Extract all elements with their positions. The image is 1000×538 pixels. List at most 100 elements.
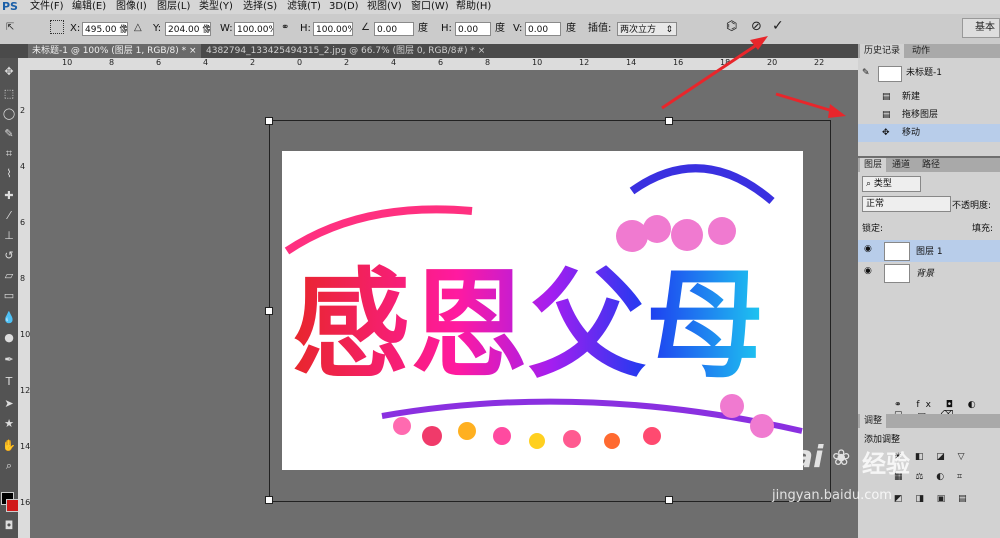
menu-layer[interactable]: 图层(L)	[157, 0, 190, 14]
history-item-label: 拖移图层	[902, 110, 939, 120]
watermark-brand: Bai	[770, 440, 824, 475]
history-item[interactable]: ▤ 拖移图层	[858, 106, 1000, 124]
move-icon: ✥	[882, 128, 890, 138]
angle-field[interactable]: 0.00	[374, 22, 414, 36]
tab-layers[interactable]: 图层	[860, 158, 887, 172]
close-icon[interactable]: ×	[189, 46, 197, 56]
opacity-label: 不透明度:	[952, 201, 992, 211]
vskew-field[interactable]: 0.00	[525, 22, 561, 36]
close-icon[interactable]: ×	[478, 46, 486, 56]
quick-mask-icon[interactable]: ◘	[1, 518, 17, 534]
menu-edit[interactable]: 编辑(E)	[72, 0, 106, 14]
paw-icon: ❀	[832, 446, 851, 471]
history-item-selected[interactable]: ✥ 移动	[858, 124, 1000, 142]
history-brush-tool-icon[interactable]: ↺	[1, 248, 17, 264]
move-tool-icon[interactable]: ✥	[1, 64, 17, 80]
menu-filter[interactable]: 滤镜(T)	[287, 0, 321, 14]
layer-filter-select[interactable]: ⌕ 类型	[862, 176, 921, 192]
ruler-tick-label: 0	[297, 58, 303, 67]
transform-handle[interactable]	[265, 307, 273, 315]
h-field[interactable]: 100.00%	[313, 22, 353, 36]
healing-tool-icon[interactable]: ✚	[1, 188, 17, 204]
canvas-area[interactable]: 感恩父母	[30, 70, 858, 538]
tab-channels[interactable]: 通道	[888, 158, 914, 172]
w-field[interactable]: 100.00%	[234, 22, 274, 36]
eyedropper-tool-icon[interactable]: ⌇	[1, 166, 17, 182]
tab-adjustments[interactable]: 调整	[860, 414, 887, 428]
ruler-tick-label: 14	[20, 442, 31, 451]
menu-view[interactable]: 视图(V)	[367, 0, 402, 14]
menu-type[interactable]: 类型(Y)	[199, 0, 233, 14]
blur-tool-icon[interactable]: 💧	[1, 310, 17, 326]
annotation-arrows	[661, 36, 846, 118]
zoom-tool-icon[interactable]: ⌕	[1, 458, 17, 474]
eye-icon[interactable]: ◉	[864, 266, 872, 276]
pen-tool-icon[interactable]: ✒	[1, 352, 17, 368]
layer-filter-value: 类型	[873, 179, 892, 189]
ruler-tick-label: 4	[203, 58, 209, 67]
stamp-tool-icon[interactable]: ⊥	[1, 228, 17, 244]
w-label: W:	[220, 23, 233, 34]
relative-position-icon[interactable]: △	[134, 22, 142, 33]
ruler-tick-label: 8	[109, 58, 115, 67]
lasso-tool-icon[interactable]: ◯	[1, 106, 17, 122]
layer-row-selected[interactable]: ◉ 图层 1	[858, 240, 1000, 262]
menu-help[interactable]: 帮助(H)	[456, 0, 491, 14]
link-icon[interactable]: ⚭	[281, 22, 289, 33]
type-tool-icon[interactable]: T	[1, 374, 17, 390]
document-image: 感恩父母	[282, 151, 803, 470]
layer-thumbnail	[884, 242, 910, 261]
reference-point-icon[interactable]	[50, 20, 64, 34]
path-select-tool-icon[interactable]: ➤	[1, 396, 17, 412]
artwork-text: 感恩父母	[292, 256, 764, 394]
watermark: Bai ❀ 经验 jingyan.baidu.com	[770, 440, 970, 520]
history-panel: 历史记录 动作 ✎ 未标题-1 ▤ 新建 ▤ 拖移图层 ✥ 移动	[858, 44, 1000, 156]
transform-handle[interactable]	[665, 496, 673, 504]
brush-tool-icon[interactable]: ⁄	[1, 208, 17, 224]
lock-label: 锁定:	[862, 224, 884, 234]
blend-mode-value: 正常	[866, 199, 885, 209]
hand-tool-icon[interactable]: ✋	[1, 438, 17, 454]
dodge-tool-icon[interactable]: ●	[1, 330, 17, 346]
tab-history[interactable]: 历史记录	[860, 44, 905, 58]
transform-handle[interactable]	[265, 496, 273, 504]
history-snapshot[interactable]: ✎ 未标题-1	[858, 64, 1000, 82]
eye-icon[interactable]: ◉	[864, 244, 872, 254]
angle-unit: 度	[418, 23, 428, 34]
shape-tool-icon[interactable]: ★	[1, 416, 17, 432]
quick-select-tool-icon[interactable]: ✎	[1, 126, 17, 142]
transform-handle[interactable]	[265, 117, 273, 125]
hskew-label: H:	[441, 23, 452, 34]
fill-label: 填充:	[972, 224, 994, 234]
marquee-tool-icon[interactable]: ⬚	[1, 86, 17, 102]
hskew-field[interactable]: 0.00	[455, 22, 491, 36]
layers-panel: 图层 通道 路径 ⌕ 类型 正常 不透明度: 锁定: 填充: ◉ 图层 1 ◉ …	[858, 158, 1000, 420]
tab-untitled[interactable]: 未标题-1 @ 100% (图层 1, RGB/8) * ×	[28, 44, 201, 58]
snapshot-thumbnail	[878, 66, 902, 82]
vskew-unit: 度	[566, 23, 576, 34]
eraser-tool-icon[interactable]: ▱	[1, 268, 17, 284]
menu-image[interactable]: 图像(I)	[116, 0, 147, 14]
layer-row[interactable]: ◉ 背景	[858, 262, 1000, 284]
history-item[interactable]: ▤ 新建	[858, 88, 1000, 106]
x-label: X:	[70, 23, 81, 34]
ruler-tick-label: 4	[20, 162, 26, 171]
menu-window[interactable]: 窗口(W)	[411, 0, 449, 14]
tab-jpg[interactable]: 4382794_133425494315_2.jpg @ 66.7% (图层 0…	[202, 44, 485, 58]
menu-file[interactable]: 文件(F)	[30, 0, 64, 14]
tab-paths[interactable]: 路径	[918, 158, 944, 172]
menu-3d[interactable]: 3D(D)	[329, 0, 359, 14]
menu-select[interactable]: 选择(S)	[243, 0, 277, 14]
crop-tool-icon[interactable]: ⌗	[1, 146, 17, 162]
tool-preset-icon[interactable]: ⇱	[6, 22, 14, 33]
layers-panel-tabs: 图层 通道 路径	[858, 158, 1000, 172]
layer-name: 背景	[916, 269, 935, 279]
blend-mode-select[interactable]: 正常	[862, 196, 951, 212]
ruler-tick-label: 2	[344, 58, 350, 67]
gradient-tool-icon[interactable]: ▭	[1, 288, 17, 304]
ruler-tick-label: 6	[20, 218, 26, 227]
x-field[interactable]: 495.00 像	[82, 22, 128, 36]
workspace-button[interactable]: 基本	[962, 18, 1000, 38]
y-field[interactable]: 204.00 像	[165, 22, 211, 36]
tab-actions[interactable]: 动作	[908, 44, 934, 58]
